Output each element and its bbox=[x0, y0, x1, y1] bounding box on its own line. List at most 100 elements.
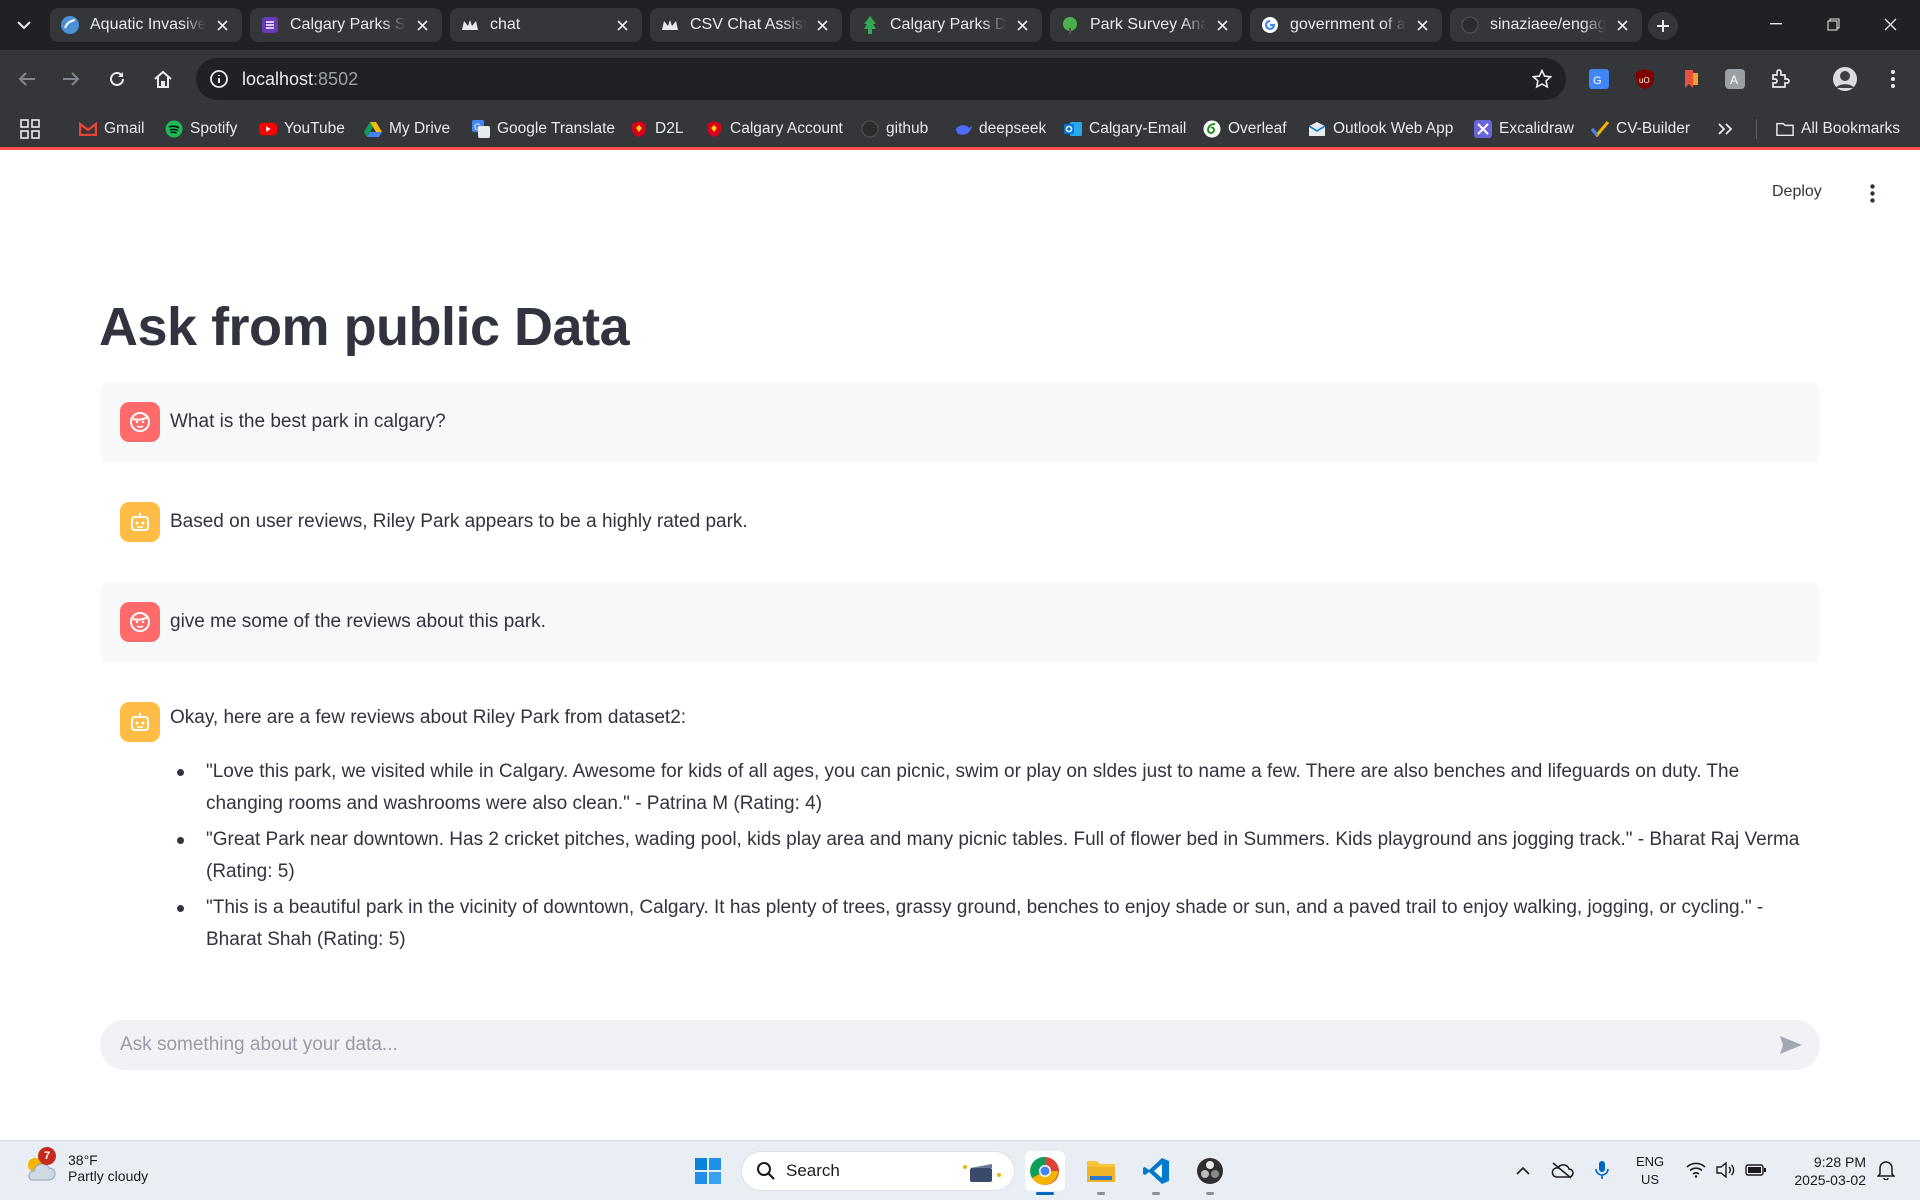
excalidraw-icon bbox=[1474, 120, 1492, 138]
windows-taskbar: 7 38°F Partly cloudy Search ENG US 9:28 … bbox=[0, 1140, 1920, 1200]
volume-icon[interactable] bbox=[1712, 1153, 1740, 1187]
send-icon[interactable] bbox=[1778, 1033, 1804, 1057]
close-icon[interactable] bbox=[1612, 15, 1632, 35]
reload-button[interactable] bbox=[102, 64, 132, 94]
app-menu-icon[interactable] bbox=[1862, 180, 1882, 206]
browser-tab[interactable]: chat bbox=[450, 8, 642, 42]
bookmark-excalidraw[interactable]: Excalidraw bbox=[1474, 116, 1574, 142]
bookmarks-overflow-chevron-icon[interactable] bbox=[1718, 116, 1732, 142]
cloud-off-icon[interactable] bbox=[1548, 1153, 1576, 1187]
chat-message-assistant: Based on user reviews, Riley Park appear… bbox=[100, 482, 1820, 562]
forward-button[interactable] bbox=[56, 64, 86, 94]
language-indicator[interactable]: ENG US bbox=[1636, 1153, 1664, 1189]
microphone-icon[interactable] bbox=[1588, 1153, 1616, 1187]
extensions-puzzle-icon[interactable] bbox=[1768, 66, 1794, 92]
message-text: Okay, here are a few reviews about Riley… bbox=[170, 707, 687, 728]
bookmark-google-translate[interactable]: G Google Translate bbox=[472, 116, 615, 142]
weather-widget[interactable]: 7 38°F Partly cloudy bbox=[22, 1147, 148, 1186]
ublock-icon[interactable]: uO bbox=[1632, 66, 1658, 92]
drive-icon bbox=[364, 120, 382, 138]
arrow-left-icon bbox=[18, 72, 35, 86]
google-translate-ext-icon[interactable]: G bbox=[1586, 66, 1612, 92]
shield-icon bbox=[630, 120, 648, 138]
close-window-button[interactable] bbox=[1872, 10, 1908, 38]
new-tab-button[interactable] bbox=[1648, 12, 1678, 40]
tab-search-chevron-icon[interactable] bbox=[10, 12, 38, 38]
chrome-taskbar-icon[interactable] bbox=[1025, 1151, 1065, 1195]
home-button[interactable] bbox=[148, 64, 178, 94]
tab-title: government of a bbox=[1290, 16, 1406, 33]
tab-title: Calgary Parks Da bbox=[890, 16, 1006, 33]
weather-temperature: 38°F bbox=[68, 1152, 98, 1168]
bookmark-gmail[interactable]: Gmail bbox=[79, 116, 144, 142]
close-icon[interactable] bbox=[1212, 15, 1232, 35]
close-icon[interactable] bbox=[212, 15, 232, 35]
bookmark-github[interactable]: github bbox=[861, 116, 928, 142]
bookmark-calgary-account[interactable]: Calgary Account bbox=[705, 116, 843, 142]
user-avatar-icon bbox=[120, 402, 160, 442]
obs-icon[interactable] bbox=[1190, 1151, 1230, 1195]
bookmark-calgary-email[interactable]: Calgary-Email bbox=[1064, 116, 1186, 142]
arrow-right-icon bbox=[63, 72, 80, 86]
review-item: "Great Park near downtown. Has 2 cricket… bbox=[177, 824, 1806, 888]
ext-bookmark-icon[interactable] bbox=[1678, 66, 1704, 92]
browser-tab[interactable]: sinaziaee/engage bbox=[1450, 8, 1642, 42]
file-explorer-icon[interactable] bbox=[1081, 1151, 1121, 1195]
wifi-icon[interactable] bbox=[1682, 1153, 1710, 1187]
taskbar-search[interactable]: Search bbox=[741, 1151, 1015, 1191]
back-button[interactable] bbox=[12, 64, 42, 94]
system-clock[interactable]: 9:28 PM 2025-03-02 bbox=[1782, 1153, 1866, 1189]
profile-avatar-icon[interactable] bbox=[1832, 66, 1858, 92]
svg-text:A: A bbox=[1730, 73, 1738, 87]
address-bar[interactable]: localhost:8502 bbox=[196, 58, 1566, 100]
bookmark-cv-builder[interactable]: CV-Builder bbox=[1591, 116, 1690, 142]
bookmark-d2l[interactable]: D2L bbox=[630, 116, 683, 142]
close-icon[interactable] bbox=[1012, 15, 1032, 35]
browser-tab[interactable]: Park Survey Anal bbox=[1050, 8, 1242, 42]
github-icon bbox=[1460, 15, 1480, 35]
vscode-icon[interactable] bbox=[1136, 1151, 1176, 1195]
windows-start-icon[interactable] bbox=[688, 1151, 728, 1191]
review-item: "This is a beautiful park in the vicinit… bbox=[177, 892, 1806, 956]
browser-tab[interactable]: CSV Chat Assista bbox=[650, 8, 842, 42]
notification-bell-icon[interactable] bbox=[1872, 1153, 1900, 1187]
clock-time: 9:28 PM bbox=[1813, 1154, 1866, 1170]
crown-icon bbox=[460, 15, 480, 35]
github-icon bbox=[861, 120, 879, 138]
chat-input[interactable] bbox=[120, 1020, 1720, 1070]
url-text: localhost:8502 bbox=[242, 69, 359, 89]
site-info-icon[interactable] bbox=[206, 66, 232, 92]
close-icon[interactable] bbox=[1412, 15, 1432, 35]
browser-tab[interactable]: government of a bbox=[1250, 8, 1442, 42]
minimize-button[interactable] bbox=[1758, 10, 1794, 38]
bot-avatar-icon bbox=[120, 502, 160, 542]
deploy-button[interactable]: Deploy bbox=[1772, 183, 1822, 201]
bookmark-spotify[interactable]: Spotify bbox=[165, 116, 237, 142]
all-bookmarks-button[interactable]: All Bookmarks bbox=[1776, 116, 1900, 142]
translate-icon: G bbox=[472, 120, 490, 138]
close-icon[interactable] bbox=[412, 15, 432, 35]
tree-icon bbox=[860, 15, 880, 35]
browser-menu-icon[interactable] bbox=[1880, 66, 1906, 92]
bookmark-deepseek[interactable]: deepseek bbox=[954, 116, 1046, 142]
restore-button[interactable] bbox=[1815, 10, 1851, 38]
browser-tab[interactable]: Aquatic Invasive bbox=[50, 8, 242, 42]
browser-tab[interactable]: Calgary Parks Su bbox=[250, 8, 442, 42]
battery-icon[interactable] bbox=[1742, 1153, 1770, 1187]
browser-tab[interactable]: Calgary Parks Da bbox=[850, 8, 1042, 42]
bookmark-overleaf[interactable]: Overleaf bbox=[1203, 116, 1287, 142]
form-icon bbox=[260, 15, 280, 35]
youtube-icon bbox=[259, 120, 277, 138]
close-icon[interactable] bbox=[612, 15, 632, 35]
message-text: give me some of the reviews about this p… bbox=[170, 611, 546, 632]
tray-overflow-chevron-icon[interactable] bbox=[1509, 1153, 1537, 1187]
bookmark-youtube[interactable]: YouTube bbox=[259, 116, 345, 142]
user-avatar-icon bbox=[120, 602, 160, 642]
bookmark-outlook-web-app[interactable]: Outlook Web App bbox=[1308, 116, 1453, 142]
close-icon[interactable] bbox=[812, 15, 832, 35]
bookmark-my-drive[interactable]: My Drive bbox=[364, 116, 450, 142]
ext-grey-icon[interactable]: A bbox=[1722, 66, 1748, 92]
reviews-list: "Love this park, we visited while in Cal… bbox=[177, 756, 1806, 960]
apps-grid-icon[interactable] bbox=[20, 116, 40, 142]
bookmark-star-icon[interactable] bbox=[1530, 67, 1554, 91]
